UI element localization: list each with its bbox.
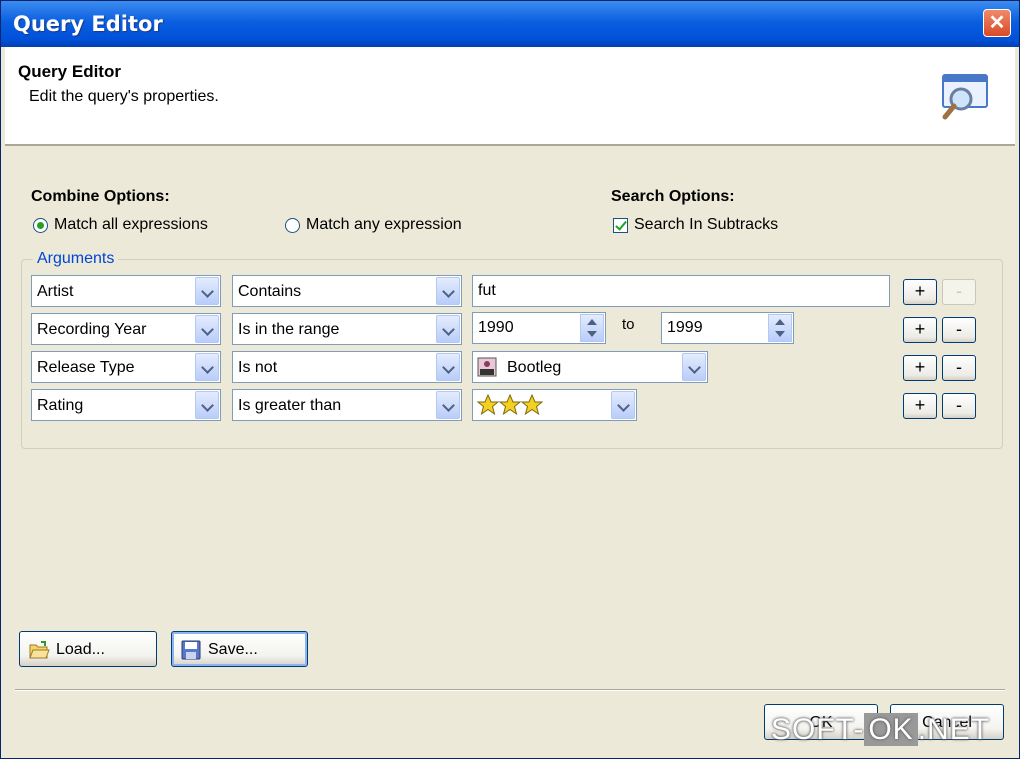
field-select-1[interactable]: Artist — [31, 275, 221, 307]
watermark: SOFT- OK .NET — [771, 713, 990, 747]
header-subtitle: Edit the query's properties. — [29, 88, 219, 105]
chevron-down-icon[interactable] — [436, 391, 460, 419]
chevron-down-icon[interactable] — [611, 391, 635, 419]
operator-select-2[interactable]: Is in the range — [232, 313, 462, 345]
watermark-part2: OK — [864, 713, 918, 746]
range-to-value: 1999 — [667, 319, 703, 336]
spin-buttons[interactable] — [580, 314, 604, 342]
search-options-label: Search Options: — [611, 188, 735, 205]
operator-select-4[interactable]: Is greater than — [232, 389, 462, 421]
header-title: Query Editor — [18, 62, 121, 81]
radio-match-all-label: Match all expressions — [54, 216, 208, 233]
query-editor-window: Query Editor ✕ Query Editor Edit the que… — [0, 0, 1020, 759]
field-select-3[interactable]: Release Type — [31, 351, 221, 383]
spin-buttons[interactable] — [768, 314, 792, 342]
spin-down-icon[interactable] — [775, 331, 785, 337]
release-type-select[interactable]: Bootleg — [472, 351, 708, 383]
radio-match-all[interactable]: Match all expressions — [33, 216, 208, 234]
load-button[interactable]: Load... — [19, 631, 157, 667]
rating-select[interactable] — [472, 389, 637, 421]
save-button[interactable]: Save... — [171, 631, 308, 667]
save-button-label: Save... — [208, 641, 258, 658]
chevron-down-icon[interactable] — [195, 353, 219, 381]
operator-select-value: Is not — [238, 359, 278, 376]
chevron-down-icon[interactable] — [195, 277, 219, 305]
footer-separator — [15, 689, 1005, 691]
remove-row-button-3[interactable]: - — [942, 355, 976, 381]
value-input-text: fut — [478, 282, 496, 299]
chevron-down-icon[interactable] — [195, 315, 219, 343]
release-type-value: Bootleg — [507, 359, 562, 376]
field-select-4[interactable]: Rating — [31, 389, 221, 421]
field-select-value: Artist — [37, 283, 74, 300]
floppy-disk-icon — [181, 640, 201, 660]
watermark-part1: SOFT- — [771, 713, 865, 746]
arguments-legend: Arguments — [33, 250, 119, 268]
add-row-button-1[interactable]: + — [903, 279, 937, 305]
radio-dot-selected[interactable] — [33, 217, 48, 233]
close-button[interactable]: ✕ — [983, 9, 1011, 37]
spin-up-icon[interactable] — [587, 319, 597, 325]
field-select-value: Rating — [37, 397, 84, 414]
spin-down-icon[interactable] — [587, 331, 597, 337]
chevron-down-icon[interactable] — [682, 353, 706, 381]
spin-up-icon[interactable] — [775, 319, 785, 325]
add-row-button-4[interactable]: + — [903, 393, 937, 419]
watermark-part3: .NET — [917, 713, 991, 746]
remove-row-button-2[interactable]: - — [942, 317, 976, 343]
operator-select-3[interactable]: Is not — [232, 351, 462, 383]
operator-select-value: Is in the range — [238, 321, 340, 338]
radio-match-any[interactable]: Match any expression — [285, 216, 462, 234]
operator-select-value: Contains — [238, 283, 302, 300]
dialog-header: Query Editor Edit the query's properties… — [5, 47, 1015, 146]
value-input-1[interactable]: fut — [472, 275, 890, 307]
search-subtracks-checkbox[interactable]: Search In Subtracks — [613, 216, 778, 234]
search-window-icon — [942, 74, 988, 120]
range-from-value: 1990 — [478, 319, 514, 336]
range-to-label: to — [622, 316, 635, 333]
range-from-stepper[interactable]: 1990 — [472, 312, 606, 344]
range-to-stepper[interactable]: 1999 — [661, 312, 794, 344]
combine-options-label: Combine Options: — [31, 188, 170, 205]
operator-select-value: Is greater than — [238, 397, 342, 414]
chevron-down-icon[interactable] — [436, 277, 460, 305]
radio-match-any-label: Match any expression — [306, 216, 462, 233]
close-icon: ✕ — [988, 12, 1006, 34]
window-title: Query Editor — [13, 12, 163, 36]
chevron-down-icon[interactable] — [195, 391, 219, 419]
remove-row-button-4[interactable]: - — [942, 393, 976, 419]
add-row-button-2[interactable]: + — [903, 317, 937, 343]
rating-stars-icon — [477, 394, 544, 416]
checkbox-checked[interactable] — [613, 217, 628, 233]
title-bar[interactable]: Query Editor ✕ — [1, 1, 1019, 47]
chevron-down-icon[interactable] — [436, 315, 460, 343]
radio-dot-unselected[interactable] — [285, 217, 300, 233]
remove-row-button-1[interactable]: - — [942, 279, 976, 305]
field-select-value: Recording Year — [37, 321, 147, 338]
add-row-button-3[interactable]: + — [903, 355, 937, 381]
field-select-2[interactable]: Recording Year — [31, 313, 221, 345]
search-subtracks-label: Search In Subtracks — [634, 216, 779, 233]
field-select-value: Release Type — [37, 359, 135, 376]
folder-open-icon — [29, 641, 50, 659]
load-button-label: Load... — [56, 641, 105, 658]
chevron-down-icon[interactable] — [436, 353, 460, 381]
bootleg-icon — [477, 357, 497, 377]
operator-select-1[interactable]: Contains — [232, 275, 462, 307]
